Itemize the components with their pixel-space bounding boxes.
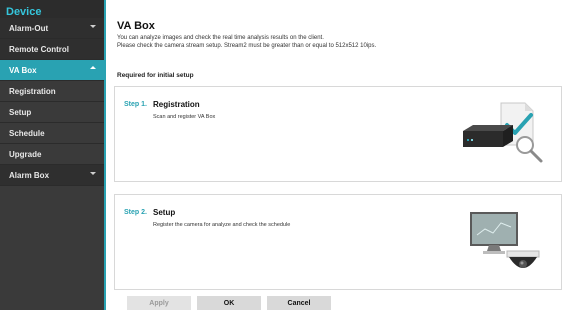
sidebar-item-label: Schedule (9, 128, 45, 138)
page-description: Please check the camera stream setup. St… (117, 43, 377, 49)
step-card-registration[interactable]: Step 1. Registration Scan and register V… (114, 86, 562, 182)
section-heading: Required for initial setup (117, 72, 194, 79)
sidebar-item-alarm-box[interactable]: Alarm Box (0, 165, 104, 186)
sidebar-item-registration[interactable]: Registration (0, 81, 104, 102)
sidebar-item-upgrade[interactable]: Upgrade (0, 144, 104, 165)
step-card-setup[interactable]: Step 2. Setup Register the camera for an… (114, 194, 562, 290)
sidebar-item-schedule[interactable]: Schedule (0, 123, 104, 144)
sidebar-item-label: Remote Control (9, 44, 69, 54)
main-panel: VA Box You can analyze images and check … (106, 0, 563, 310)
sidebar-item-label: Upgrade (9, 149, 42, 159)
step-number: Step 1. (124, 101, 147, 108)
sidebar-item-alarm-out[interactable]: Alarm-Out (0, 18, 104, 39)
step-description: Scan and register VA Box (153, 114, 216, 120)
step-number: Step 2. (124, 209, 147, 216)
cancel-button[interactable]: Cancel (267, 296, 331, 310)
va-box-register-icon (463, 102, 543, 163)
sidebar-item-label: Setup (9, 107, 32, 117)
sidebar-item-label: Alarm Box (9, 170, 50, 180)
sidebar-item-label: Registration (9, 86, 56, 96)
page-title: VA Box (117, 20, 155, 32)
sidebar-item-label: VA Box (9, 65, 37, 75)
step-description: Register the camera for analyze and chec… (153, 222, 291, 228)
chevron-down-icon (90, 25, 96, 28)
page-description: You can analyze images and check the rea… (117, 35, 324, 41)
chevron-down-icon (90, 172, 96, 175)
sidebar-item-va-box[interactable]: VA Box (0, 60, 104, 81)
camera-setup-icon (470, 212, 540, 268)
sidebar-header-label: Device (6, 6, 42, 18)
step-title: Setup (153, 208, 176, 217)
sidebar: Device Alarm-Out Remote Control VA Box R… (0, 0, 104, 310)
step-title: Registration (153, 100, 200, 109)
chevron-up-icon (90, 66, 96, 69)
sidebar-item-remote-control[interactable]: Remote Control (0, 39, 104, 60)
sidebar-item-setup[interactable]: Setup (0, 102, 104, 123)
sidebar-item-label: Alarm-Out (9, 23, 49, 33)
sidebar-header: Device (0, 0, 104, 18)
ok-button[interactable]: OK (197, 296, 261, 310)
apply-button[interactable]: Apply (127, 296, 191, 310)
